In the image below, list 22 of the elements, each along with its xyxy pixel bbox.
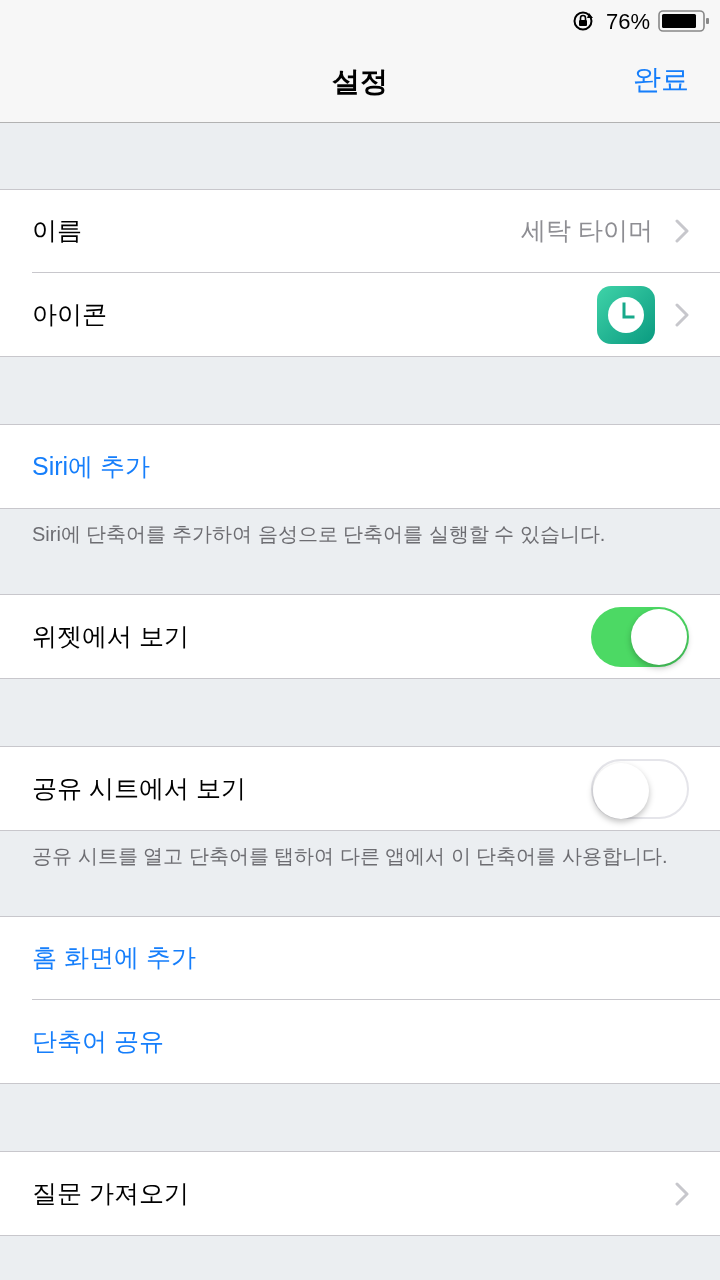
- footer-note: 공유 시트를 열고 단축어를 탭하여 다른 앱에서 이 단축어를 사용합니다.: [32, 844, 669, 869]
- battery-percentage: 76%: [605, 7, 650, 36]
- chevron-right-icon: [675, 219, 689, 243]
- nav-title: 설정: [332, 65, 388, 99]
- footer-note: Siri에 단축어를 추가하여 음성으로 단축어를 실행할 수 있습니다.: [32, 522, 607, 547]
- setting-label: 공유 시트에서 보기: [32, 772, 246, 804]
- setting-label: 이름: [32, 215, 82, 247]
- action-link[interactable]: 단축어 공유: [32, 1022, 164, 1061]
- action-link[interactable]: 홈 화면에 추가: [32, 939, 196, 977]
- toggle-switch[interactable]: [591, 758, 689, 819]
- setting-label: 위젯에서 보기: [32, 620, 189, 652]
- done-button[interactable]: 완료: [633, 60, 689, 100]
- clock-icon: [597, 285, 655, 344]
- battery-icon: [658, 10, 710, 32]
- setting-label: 아이콘: [32, 298, 107, 330]
- setting-label: 질문 가져오기: [32, 1177, 189, 1209]
- chevron-right-icon: [675, 302, 689, 327]
- chevron-right-icon: [675, 1181, 689, 1206]
- toggle-switch[interactable]: [591, 606, 689, 667]
- setting-value: 세탁 타이머: [521, 215, 653, 247]
- rotation-lock-icon: [571, 10, 594, 32]
- action-link[interactable]: Siri에 추가: [32, 447, 151, 486]
